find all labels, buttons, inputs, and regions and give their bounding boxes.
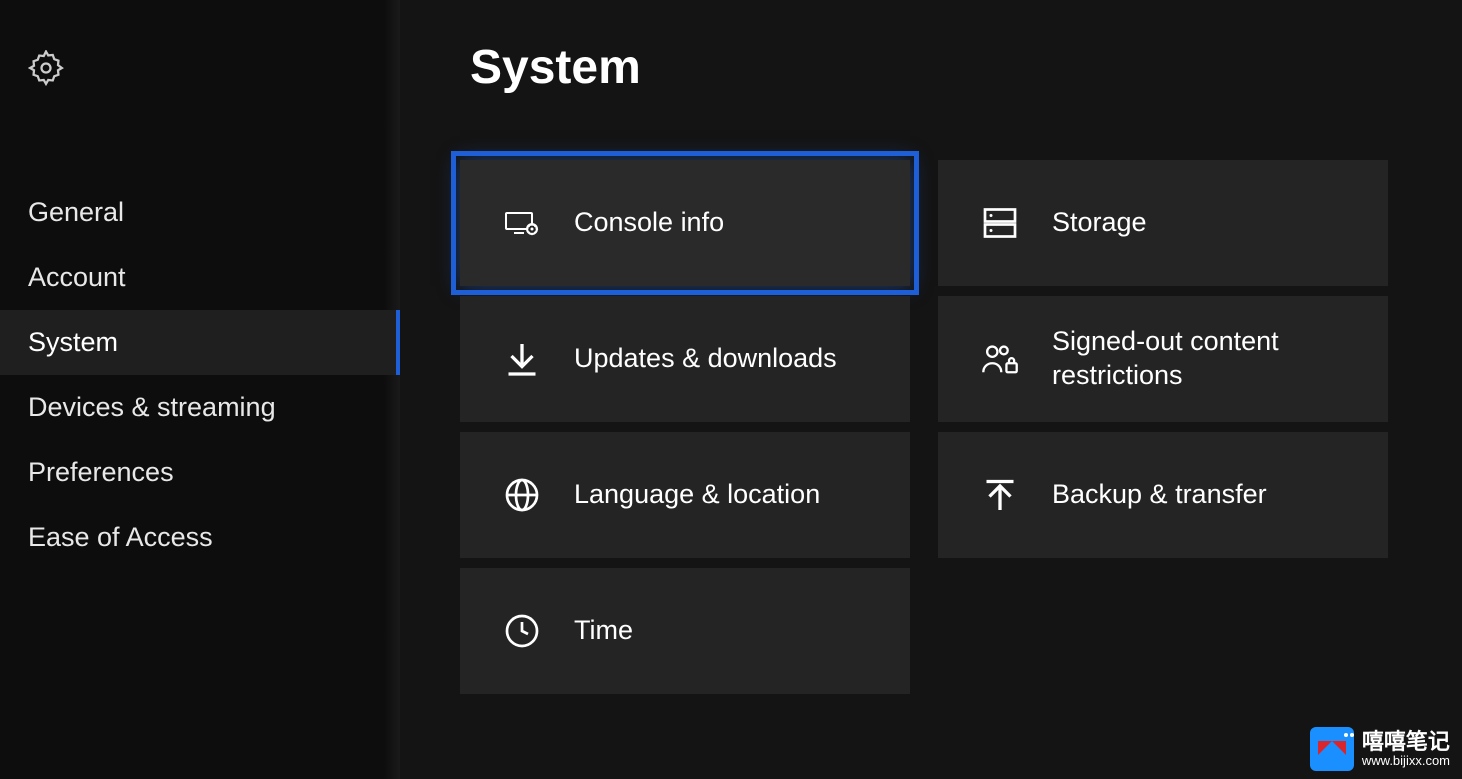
sidebar-nav: General Account System Devices & streami… (0, 180, 400, 570)
tile-storage[interactable]: Storage (938, 160, 1388, 286)
sidebar-item-label: General (28, 197, 124, 227)
sidebar-item-ease-of-access[interactable]: Ease of Access (0, 505, 400, 570)
tiles-column-left: Console info Updates & downloads (460, 160, 910, 694)
globe-icon (504, 477, 540, 513)
download-icon (504, 341, 540, 377)
tile-label: Signed-out content restrictions (1052, 325, 1388, 393)
main-content: System Console info (400, 0, 1462, 779)
tiles-grid: Console info Updates & downloads (460, 160, 1388, 694)
page-title: System (470, 40, 641, 95)
tile-language-location[interactable]: Language & location (460, 432, 910, 558)
tile-signed-out-content-restrictions[interactable]: Signed-out content restrictions (938, 296, 1388, 422)
settings-gear-icon (28, 50, 64, 86)
sidebar-item-preferences[interactable]: Preferences (0, 440, 400, 505)
watermark-text: 嘻嘻笔记 www.bijixx.com (1362, 730, 1450, 768)
sidebar-item-label: Preferences (28, 457, 174, 487)
sidebar-item-label: Account (28, 262, 126, 292)
tile-label: Time (574, 614, 633, 648)
tile-updates-downloads[interactable]: Updates & downloads (460, 296, 910, 422)
console-info-icon (504, 205, 540, 241)
sidebar-item-label: Ease of Access (28, 522, 213, 552)
tile-label: Language & location (574, 478, 820, 512)
sidebar-item-devices-streaming[interactable]: Devices & streaming (0, 375, 400, 440)
sidebar-item-general[interactable]: General (0, 180, 400, 245)
clock-icon (504, 613, 540, 649)
tile-label: Backup & transfer (1052, 478, 1267, 512)
people-lock-icon (982, 341, 1018, 377)
tile-label: Updates & downloads (574, 342, 837, 376)
tile-backup-transfer[interactable]: Backup & transfer (938, 432, 1388, 558)
watermark: 嘻嘻笔记 www.bijixx.com (1310, 727, 1450, 771)
sidebar-item-account[interactable]: Account (0, 245, 400, 310)
tile-console-info[interactable]: Console info (460, 160, 910, 286)
tile-label: Console info (574, 206, 724, 240)
tile-label: Storage (1052, 206, 1147, 240)
sidebar: General Account System Devices & streami… (0, 0, 400, 779)
watermark-cn: 嘻嘻笔记 (1362, 730, 1450, 754)
watermark-url: www.bijixx.com (1362, 754, 1450, 768)
storage-icon (982, 205, 1018, 241)
upload-icon (982, 477, 1018, 513)
tile-time[interactable]: Time (460, 568, 910, 694)
sidebar-item-system[interactable]: System (0, 310, 400, 375)
sidebar-item-label: Devices & streaming (28, 392, 276, 422)
watermark-logo-icon (1310, 727, 1354, 771)
sidebar-item-label: System (28, 327, 118, 357)
tiles-column-right: Storage Signed-out content restrictions (938, 160, 1388, 694)
